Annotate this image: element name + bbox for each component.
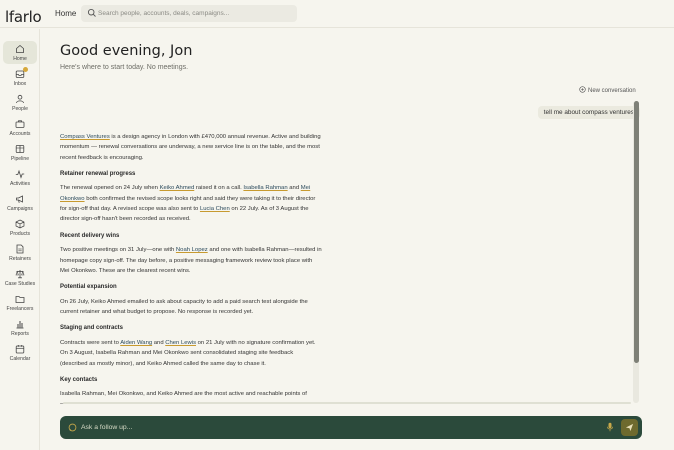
section-heading: Potential expansion (60, 284, 117, 291)
answer-paragraph: Two positive meetings on 31 July—one wit… (60, 247, 322, 274)
new-conversation-button[interactable]: New conversation (579, 86, 636, 94)
contact-link[interactable]: Aiden Wang (120, 340, 152, 346)
follow-up-input[interactable] (81, 421, 601, 434)
sidebar: Home Inbox People Accounts Pipeline Acti… (0, 29, 40, 450)
chat-plus-icon (579, 86, 586, 93)
composer (60, 416, 642, 439)
sidebar-item-label: Case Studies (4, 281, 36, 287)
breadcrumb: Home (55, 9, 77, 18)
answer-intro: Compass Ventures is a design agency in L… (60, 134, 321, 161)
box-icon (15, 219, 25, 229)
sidebar-item-label: Accounts (9, 131, 31, 137)
page-subtitle: Here's where to start today. No meetings… (60, 64, 189, 71)
sidebar-item-home[interactable]: Home (3, 41, 37, 64)
calendar-icon (15, 345, 25, 354)
sidebar-item-label: Home (13, 56, 27, 62)
user-message: tell me about compass ventures (537, 106, 640, 119)
briefcase-icon (15, 120, 25, 128)
divider (63, 402, 631, 404)
section-heading: Staging and contracts (60, 325, 124, 332)
new-conversation-label: New conversation (588, 88, 636, 94)
folder-icon (15, 296, 25, 303)
sidebar-item-label: Products (9, 231, 31, 237)
sidebar-item-label: Activities (9, 181, 31, 187)
sidebar-item-label: Reports (11, 331, 29, 337)
contact-link[interactable]: Noah Lopez (176, 247, 208, 253)
sidebar-item-case-studies[interactable]: Case Studies (3, 266, 37, 289)
sidebar-item-pipeline[interactable]: Pipeline (3, 141, 37, 164)
sidebar-item-campaigns[interactable]: Campaigns (3, 191, 37, 214)
contact-link[interactable]: Keiko Ahmed (160, 185, 195, 191)
contact-link[interactable]: Isabella Rahman (243, 185, 287, 191)
send-button[interactable] (621, 419, 638, 436)
section-heading: Retainer renewal progress (60, 170, 136, 177)
sidebar-item-label: People (12, 106, 28, 112)
home-icon (16, 44, 24, 53)
search-bar[interactable] (81, 5, 297, 22)
page-title: Good evening, Jon (60, 43, 193, 59)
answer-paragraph: On 26 July, Keiko Ahmed emailed to ask a… (60, 298, 308, 316)
answer-paragraph: The renewal opened on 24 July when Keiko… (60, 185, 316, 223)
scale-icon (15, 270, 25, 279)
top-bar: lfarlo Home (0, 0, 674, 28)
columns-icon (15, 145, 25, 153)
sidebar-item-freelancers[interactable]: Freelancers (3, 291, 37, 314)
scrollbar-thumb[interactable] (634, 101, 639, 363)
account-link[interactable]: Compass Ventures (60, 134, 110, 140)
main-content: Good evening, Jon Here's where to start … (41, 29, 674, 450)
document-icon (16, 244, 24, 254)
sidebar-item-label: Campaigns (7, 206, 33, 212)
section-heading: Key contacts (60, 376, 98, 383)
microphone-icon[interactable] (606, 422, 614, 432)
contact-link[interactable]: Chen Lewis (165, 340, 196, 346)
app-logo[interactable]: lfarlo (5, 8, 42, 26)
sidebar-item-label: Retainers (9, 256, 31, 262)
inbox-badge (23, 67, 28, 72)
sidebar-item-calendar[interactable]: Calendar (3, 341, 37, 364)
activity-icon (15, 169, 25, 179)
assistant-answer: Compass Ventures is a design agency in L… (60, 132, 322, 404)
chat-bubble-icon (68, 423, 77, 432)
sidebar-item-inbox[interactable]: Inbox (3, 66, 37, 89)
sidebar-item-people[interactable]: People (3, 91, 37, 114)
search-icon (87, 8, 96, 17)
contact-link[interactable]: Lucia Chen (200, 206, 230, 212)
sidebar-item-label: Calendar (9, 356, 31, 362)
sidebar-item-products[interactable]: Products (3, 216, 37, 239)
answer-paragraph: Contracts were sent to Aiden Wang and Ch… (60, 339, 316, 367)
person-icon (16, 94, 24, 104)
section-heading: Recent delivery wins (60, 232, 120, 239)
search-input[interactable] (98, 7, 288, 20)
send-icon (625, 423, 634, 432)
bar-chart-icon (16, 321, 24, 329)
sidebar-item-label: Inbox (13, 81, 27, 87)
sidebar-item-accounts[interactable]: Accounts (3, 116, 37, 139)
sidebar-item-reports[interactable]: Reports (3, 316, 37, 339)
sidebar-item-retainers[interactable]: Retainers (3, 241, 37, 264)
sidebar-item-label: Freelancers (6, 306, 34, 312)
conversation-panel: tell me about compass ventures Compass V… (60, 99, 640, 404)
sidebar-item-label: Pipeline (10, 156, 30, 162)
megaphone-icon (16, 195, 23, 203)
sidebar-item-activities[interactable]: Activities (3, 166, 37, 189)
